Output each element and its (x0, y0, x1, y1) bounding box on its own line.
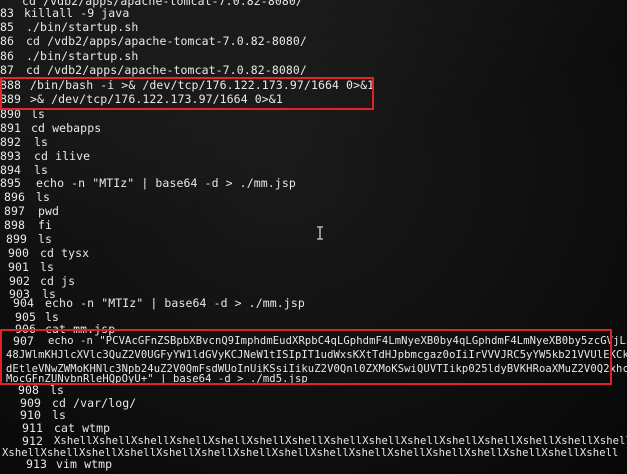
command-text: ls (34, 163, 49, 177)
command-text: ./bin/startup.sh (26, 20, 139, 34)
command-text: fi (38, 218, 53, 232)
command-text: ./bin/startup.sh (26, 49, 139, 63)
terminal-line: 87 cd /vdb2/apps/apache-tomcat-7.0.82-808… (0, 63, 627, 77)
terminal-line: 902 cd js (0, 274, 627, 288)
command-text: echo -n "MTIz" | base64 -d > ./mm.jsp (36, 176, 296, 190)
terminal-line: 85 ./bin/startup.sh (0, 20, 627, 34)
history-number: 904 (13, 296, 35, 310)
history-number: 901 (8, 260, 30, 274)
terminal-line: 893 cd ilive (0, 149, 627, 163)
terminal-line: 904 echo -n "MTIz" | base64 -d > ./mm.jsp (0, 296, 627, 310)
terminal-line: 892 ls (0, 135, 627, 149)
terminal-line: 899 ls (0, 232, 627, 246)
terminal-line: 894 ls (0, 163, 627, 177)
terminal-line: 897 pwd (0, 204, 627, 218)
history-number: 893 (0, 149, 22, 163)
history-number: 911 (22, 421, 44, 435)
terminal-line: 895 echo -n "MTIz" | base64 -d > ./mm.jsp (0, 176, 627, 190)
terminal-line: 911 cat wtmp (0, 421, 627, 435)
history-number: 902 (9, 274, 31, 288)
history-number: 86 (0, 49, 15, 63)
command-text: cd /vdb2/apps/apache-tomcat-7.0.82-8080/ (26, 63, 307, 77)
terminal-line: 913 vim wtmp (0, 457, 627, 471)
command-text: cd js (40, 274, 76, 288)
command-text: killall -9 java (24, 6, 130, 20)
terminal-line: 891 cd webapps (0, 121, 627, 135)
terminal-line: 86 cd /vdb2/apps/apache-tomcat-7.0.82-808… (0, 34, 627, 48)
command-text: ls (50, 383, 65, 397)
command-text: cd tysx (40, 246, 90, 260)
terminal-line: 908 ls (0, 383, 627, 397)
history-number: 892 (0, 135, 22, 149)
base64-webshell-highlight (0, 329, 612, 385)
command-text: cd /vdb2/apps/apache-tomcat-7.0.82-8080/ (26, 34, 307, 48)
command-text: cd webapps (31, 121, 102, 135)
history-number: 910 (20, 408, 42, 422)
command-text: cat wtmp (54, 421, 111, 435)
i-beam-cursor-icon (316, 226, 324, 240)
command-text: ls (38, 232, 53, 246)
history-number: 86 (0, 34, 15, 48)
history-number: 896 (4, 190, 26, 204)
reverse-shell-highlight (0, 77, 374, 110)
command-text: ls (52, 408, 67, 422)
terminal-line: 901 ls (0, 260, 627, 274)
history-number: 894 (0, 163, 22, 177)
history-number: 891 (0, 121, 22, 135)
history-number: 85 (0, 20, 15, 34)
command-text: ls (40, 260, 55, 274)
command-text: pwd (38, 204, 60, 218)
history-number: 897 (4, 204, 26, 218)
terminal-line: 900 cd tysx (0, 246, 627, 260)
history-number: 900 (8, 246, 30, 260)
history-number: 908 (18, 383, 40, 397)
command-text: vim wtmp (56, 457, 113, 471)
history-number: 87 (0, 63, 15, 77)
history-number: 899 (6, 232, 28, 246)
command-text: ls (36, 190, 51, 204)
history-number: 898 (4, 218, 26, 232)
terminal-line: 898 fi (0, 218, 627, 232)
terminal-line: 896 ls (0, 190, 627, 204)
command-text: ls (34, 135, 49, 149)
history-number: 83 (0, 6, 15, 20)
terminal-line: 86 ./bin/startup.sh (0, 49, 627, 63)
history-number: 913 (26, 457, 48, 471)
terminal-screen[interactable]: cd /vdb2/apps/apache-tomcat-7.0.82-8080/… (0, 0, 627, 474)
command-text: cd ilive (34, 149, 91, 163)
terminal-line: 83 killall -9 java (0, 6, 627, 20)
command-text: echo -n "MTIz" | base64 -d > ./mm.jsp (45, 296, 305, 310)
terminal-line: 910 ls (0, 408, 627, 422)
history-number: 895 (0, 176, 22, 190)
